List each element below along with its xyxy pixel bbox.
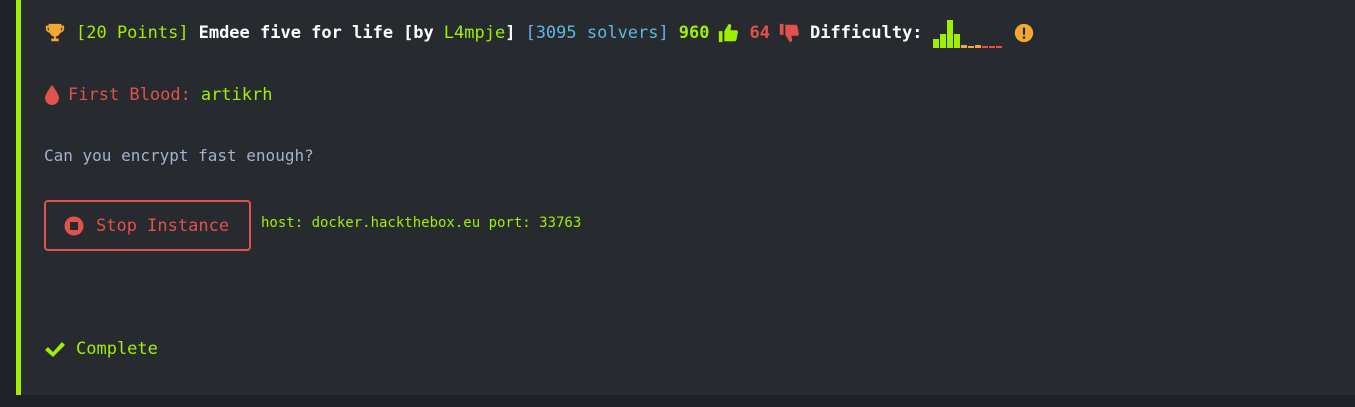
difficulty-bar [953,34,960,48]
exclamation-circle-icon[interactable] [1013,22,1035,44]
difficulty-bar [960,45,967,48]
stop-circle-icon [64,216,84,236]
status-label: Complete [76,339,158,359]
difficulty-bar [974,45,981,48]
dislikes-count: 64 [749,23,770,43]
difficulty-bar [995,46,1002,48]
left-accent-bar [16,0,21,395]
first-blood: First Blood: artikrh [44,80,272,110]
challenge-header: [20 Points] Emdee five for life [by L4mp… [44,17,1035,49]
solvers-count: [3095 solvers] [525,23,669,43]
status-complete: Complete [44,335,158,363]
by-close: ] [505,23,516,43]
difficulty-bar [967,46,974,48]
difficulty-label: Difficulty: [809,23,923,43]
trophy-icon [44,22,66,44]
difficulty-bar [988,46,995,48]
difficulty-bar [981,46,988,48]
difficulty-chart [932,18,1003,48]
first-blood-label: First Blood: [68,85,191,105]
challenge-author[interactable]: L4mpje [444,23,505,43]
first-blood-user[interactable]: artikrh [201,85,273,105]
thumbs-down-icon[interactable] [778,22,800,44]
challenge-name: Emdee five for life [198,23,394,43]
check-icon [44,339,66,359]
by-open: [by [403,23,434,43]
challenge-points: [20 Points] [76,23,189,43]
blood-drop-icon [44,84,60,106]
thumbs-up-icon[interactable] [717,22,739,44]
difficulty-bar [946,20,953,48]
challenge-panel [16,0,1355,395]
host-info: host: docker.hackthebox.eu port: 33763 [261,215,582,231]
stop-instance-button[interactable]: Stop Instance [44,200,251,251]
stop-instance-label: Stop Instance [96,215,230,236]
difficulty-bar [932,39,939,48]
challenge-description: Can you encrypt fast enough? [44,145,314,165]
likes-count: 960 [678,23,710,43]
difficulty-bar [939,34,946,48]
